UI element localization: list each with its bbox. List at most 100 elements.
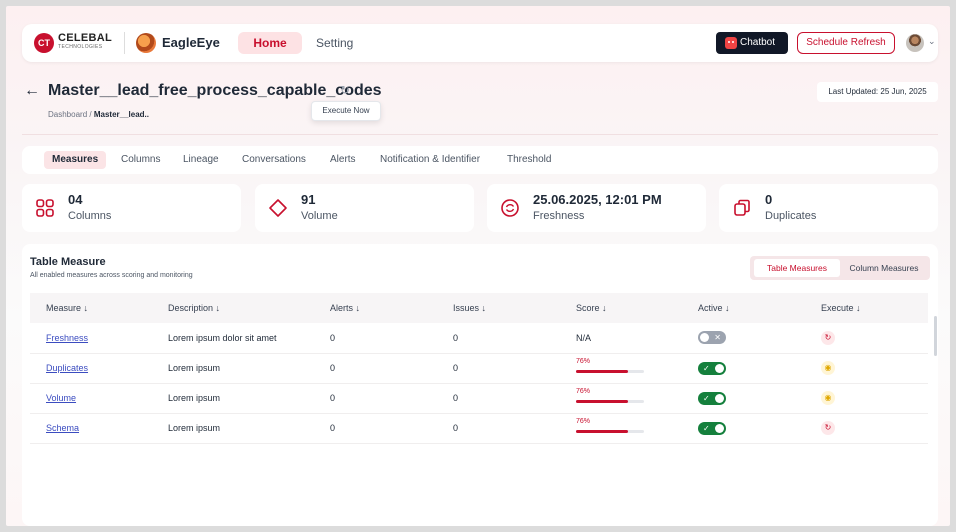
- cell-alerts: 0: [314, 383, 437, 414]
- measure-link[interactable]: Schema: [46, 423, 79, 433]
- cell-execute: ↻: [805, 413, 928, 444]
- stat-label: Freshness: [533, 210, 585, 222]
- cell-alerts: 0: [314, 323, 437, 354]
- tab-lineage[interactable]: Lineage: [183, 152, 219, 168]
- stat-card-freshness: 25.06.2025, 12:01 PM Freshness: [487, 184, 706, 232]
- active-toggle[interactable]: ✓: [698, 391, 726, 405]
- tab-bar: Measures Columns Lineage Conversations A…: [22, 146, 938, 174]
- score-value: N/A: [576, 332, 592, 343]
- header-issues[interactable]: Issues ↓: [437, 293, 560, 323]
- table-scrollbar[interactable]: [934, 316, 937, 356]
- execute-now-tooltip: Execute Now: [311, 101, 381, 121]
- breadcrumb-root[interactable]: Dashboard: [48, 110, 87, 119]
- breadcrumb-current: Master__lead..: [93, 110, 149, 119]
- chatbot-label: Chatbot: [740, 37, 776, 48]
- toggle-knob: [715, 423, 724, 433]
- tab-measures[interactable]: Measures: [44, 151, 107, 169]
- nav-home-tab[interactable]: Home: [238, 32, 302, 54]
- score-fill: [576, 400, 628, 403]
- panel-title: Table Measure: [30, 256, 106, 268]
- measure-link[interactable]: Volume: [46, 393, 76, 403]
- score-value: 76%: [576, 358, 591, 365]
- chatbot-button[interactable]: Chatbot: [716, 32, 788, 54]
- tab-alerts[interactable]: Alerts: [330, 152, 356, 168]
- tab-conversations[interactable]: Conversations: [242, 152, 306, 168]
- table-row: Schema Lorem ipsum 0 0 76% ✓ ↻: [30, 413, 928, 444]
- brand-name: CELEBAL: [58, 32, 113, 44]
- stat-value: 25.06.2025, 12:01 PM: [533, 192, 662, 207]
- cell-execute: ◉: [805, 353, 928, 384]
- nav-setting-tab[interactable]: Setting: [316, 36, 353, 50]
- measures-table: Measure ↓ Description ↓ Alerts ↓ Issues …: [30, 293, 928, 444]
- refresh-icon[interactable]: ↻: [821, 330, 835, 345]
- refresh-circle-icon: [501, 199, 519, 217]
- cell-issues: 0: [437, 383, 560, 414]
- measure-link[interactable]: Freshness: [46, 333, 88, 343]
- pending-icon[interactable]: ◉: [821, 361, 835, 375]
- cell-measure: Freshness: [30, 323, 152, 354]
- grid-icon: [36, 199, 54, 217]
- score-fill: [576, 370, 628, 373]
- score-track: [576, 370, 644, 373]
- check-icon: ✓: [703, 363, 710, 373]
- app-window: CT CELEBAL TECHNOLOGIES EagleEye Home Se…: [6, 6, 950, 526]
- schedule-refresh-button[interactable]: Schedule Refresh: [797, 32, 895, 54]
- cell-active: ✓: [682, 413, 805, 444]
- chevron-down-icon[interactable]: ⌄: [928, 36, 936, 47]
- header-execute[interactable]: Execute ↓: [805, 293, 928, 323]
- cell-description: Lorem ipsum: [152, 413, 314, 444]
- header-active[interactable]: Active ↓: [682, 293, 805, 323]
- header-alerts[interactable]: Alerts ↓: [314, 293, 437, 323]
- active-toggle[interactable]: ✕: [698, 331, 726, 345]
- breadcrumb: Dashboard / Master__lead..: [48, 110, 149, 119]
- score-value: 76%: [576, 418, 591, 425]
- tab-threshold[interactable]: Threshold: [507, 152, 551, 168]
- table-header-row: Measure ↓ Description ↓ Alerts ↓ Issues …: [30, 293, 928, 323]
- stat-label: Volume: [301, 210, 338, 222]
- breadcrumb-separator: /: [89, 110, 92, 119]
- stat-value: 91: [301, 192, 316, 207]
- robot-icon: [725, 37, 737, 49]
- header-divider: [22, 134, 938, 135]
- brand-logo: CELEBAL TECHNOLOGIES: [58, 32, 113, 51]
- active-toggle[interactable]: ✓: [698, 361, 726, 375]
- table-measures-button[interactable]: Table Measures: [754, 259, 840, 277]
- user-avatar[interactable]: [906, 34, 924, 52]
- header-description[interactable]: Description ↓: [152, 293, 314, 323]
- score-value: 76%: [576, 388, 591, 395]
- duplicate-icon: [734, 199, 750, 216]
- score-fill: [576, 430, 628, 433]
- cell-measure: Schema: [30, 413, 152, 444]
- tab-columns[interactable]: Columns: [121, 152, 160, 168]
- cell-description: Lorem ipsum dolor sit amet: [152, 323, 314, 354]
- diamond-icon: [269, 199, 287, 217]
- stat-label: Columns: [68, 210, 112, 222]
- stat-value: 04: [68, 192, 83, 207]
- header-score[interactable]: Score ↓: [560, 293, 682, 323]
- refresh-icon[interactable]: ↻: [821, 421, 835, 435]
- back-arrow-icon[interactable]: ←: [24, 82, 40, 100]
- cell-score: N/A: [560, 323, 682, 354]
- measure-type-toggle: Table Measures Column Measures: [750, 256, 930, 280]
- app-name: EagleEye: [162, 35, 220, 50]
- score-indicator: 76%: [576, 418, 646, 438]
- refresh-icon[interactable]: ↻: [340, 83, 350, 97]
- measure-link[interactable]: Duplicates: [46, 363, 88, 373]
- cell-active: ✓: [682, 383, 805, 414]
- cell-alerts: 0: [314, 413, 437, 444]
- table-row: Duplicates Lorem ipsum 0 0 76% ✓ ◉: [30, 353, 928, 384]
- stat-value: 0: [765, 192, 773, 207]
- cell-score: 76%: [560, 383, 682, 414]
- toggle-knob: [715, 363, 724, 373]
- pending-icon[interactable]: ◉: [821, 391, 835, 405]
- cell-description: Lorem ipsum: [152, 353, 314, 384]
- check-icon: ✓: [703, 393, 710, 403]
- active-toggle[interactable]: ✓: [698, 421, 726, 435]
- score-indicator: 76%: [576, 358, 646, 378]
- tab-notification-identifier[interactable]: Notification & Identifier: [380, 152, 480, 168]
- column-measures-button[interactable]: Column Measures: [842, 259, 926, 277]
- header-measure[interactable]: Measure ↓: [30, 293, 152, 323]
- toggle-knob: [715, 393, 724, 403]
- cell-description: Lorem ipsum: [152, 383, 314, 414]
- table-row: Volume Lorem ipsum 0 0 76% ✓ ◉: [30, 383, 928, 414]
